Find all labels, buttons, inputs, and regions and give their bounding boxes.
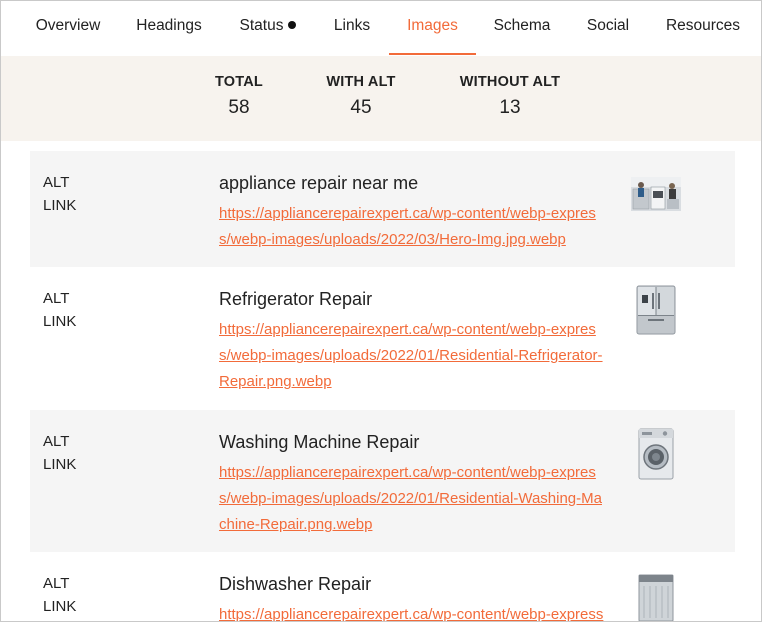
link-label: LINK	[43, 197, 77, 214]
tab-social-label: Social	[586, 17, 630, 34]
stat-with-alt-value: 45	[350, 97, 372, 118]
tab-resources-label: Resources	[665, 17, 741, 34]
tab-bar: Overview Headings Status Links Images Sc…	[1, 1, 761, 55]
tab-images-label: Images	[407, 17, 458, 34]
image-stats-summary: TOTAL 58 WITH ALT 45 WITHOUT ALT 13	[1, 56, 761, 141]
stat-total-value: 58	[228, 97, 250, 118]
stat-total-label: TOTAL	[215, 74, 263, 90]
stat-with-alt: WITH ALT 45	[321, 74, 401, 119]
seo-panel: Overview Headings Status Links Images Sc…	[0, 0, 762, 622]
alt-label: ALT	[43, 433, 70, 450]
tab-schema-label: Schema	[493, 17, 551, 34]
stat-total: TOTAL 58	[209, 74, 269, 119]
tab-links-label: Links	[333, 17, 371, 34]
image-alt-text: Refrigerator Repair	[219, 289, 373, 309]
alt-label: ALT	[43, 290, 70, 307]
link-label: LINK	[43, 313, 77, 330]
tab-headings-label: Headings	[136, 17, 202, 34]
row-meta-labels: ALT LINK	[43, 171, 76, 217]
row-meta-labels: ALT LINK	[43, 572, 76, 618]
stat-without-alt: WITHOUT ALT 13	[455, 74, 565, 119]
link-label: LINK	[43, 456, 77, 473]
image-url-link[interactable]: https://appliancerepairexpert.ca/wp-cont…	[219, 317, 604, 395]
row-meta-labels: ALT LINK	[43, 430, 76, 476]
stat-with-alt-label: WITH ALT	[326, 74, 396, 90]
stat-without-alt-value: 13	[499, 97, 521, 118]
tab-images[interactable]: Images	[389, 1, 476, 55]
image-url-link[interactable]: https://appliancerepairexpert.ca/wp-cont…	[219, 602, 604, 621]
image-url-link[interactable]: https://appliancerepairexpert.ca/wp-cont…	[219, 201, 604, 253]
image-alt-text: Dishwasher Repair	[219, 574, 372, 594]
tab-social[interactable]: Social	[583, 1, 633, 55]
tab-schema[interactable]: Schema	[491, 1, 553, 55]
tab-links[interactable]: Links	[329, 1, 375, 55]
washing-machine-thumbnail-icon[interactable]	[638, 428, 674, 485]
status-indicator-dot-icon	[288, 21, 297, 29]
alt-label: ALT	[43, 174, 70, 191]
image-row: ALT LINK Dishwasher Repair https://appli…	[30, 552, 735, 621]
refrigerator-thumbnail-icon[interactable]	[636, 285, 676, 340]
tab-resources[interactable]: Resources	[663, 1, 743, 55]
alt-label: ALT	[43, 575, 70, 592]
tab-overview[interactable]: Overview	[31, 1, 105, 55]
kitchen-scene-thumbnail-icon[interactable]	[631, 177, 681, 216]
link-label: LINK	[43, 598, 77, 615]
tab-status[interactable]: Status	[233, 1, 303, 55]
image-url-link[interactable]: https://appliancerepairexpert.ca/wp-cont…	[219, 460, 604, 538]
stat-without-alt-label: WITHOUT ALT	[459, 74, 561, 90]
image-alt-text: appliance repair near me	[219, 173, 419, 193]
tab-overview-label: Overview	[35, 17, 101, 34]
row-meta-labels: ALT LINK	[43, 287, 76, 333]
tab-headings[interactable]: Headings	[131, 1, 207, 55]
image-row: ALT LINK appliance repair near me https:…	[30, 151, 735, 267]
dishwasher-thumbnail-icon[interactable]	[638, 574, 674, 621]
tab-status-label: Status	[239, 17, 284, 34]
image-row: ALT LINK Washing Machine Repair https://…	[30, 410, 735, 552]
image-alt-text: Washing Machine Repair	[219, 432, 420, 452]
image-row: ALT LINK Refrigerator Repair https://app…	[30, 267, 735, 409]
